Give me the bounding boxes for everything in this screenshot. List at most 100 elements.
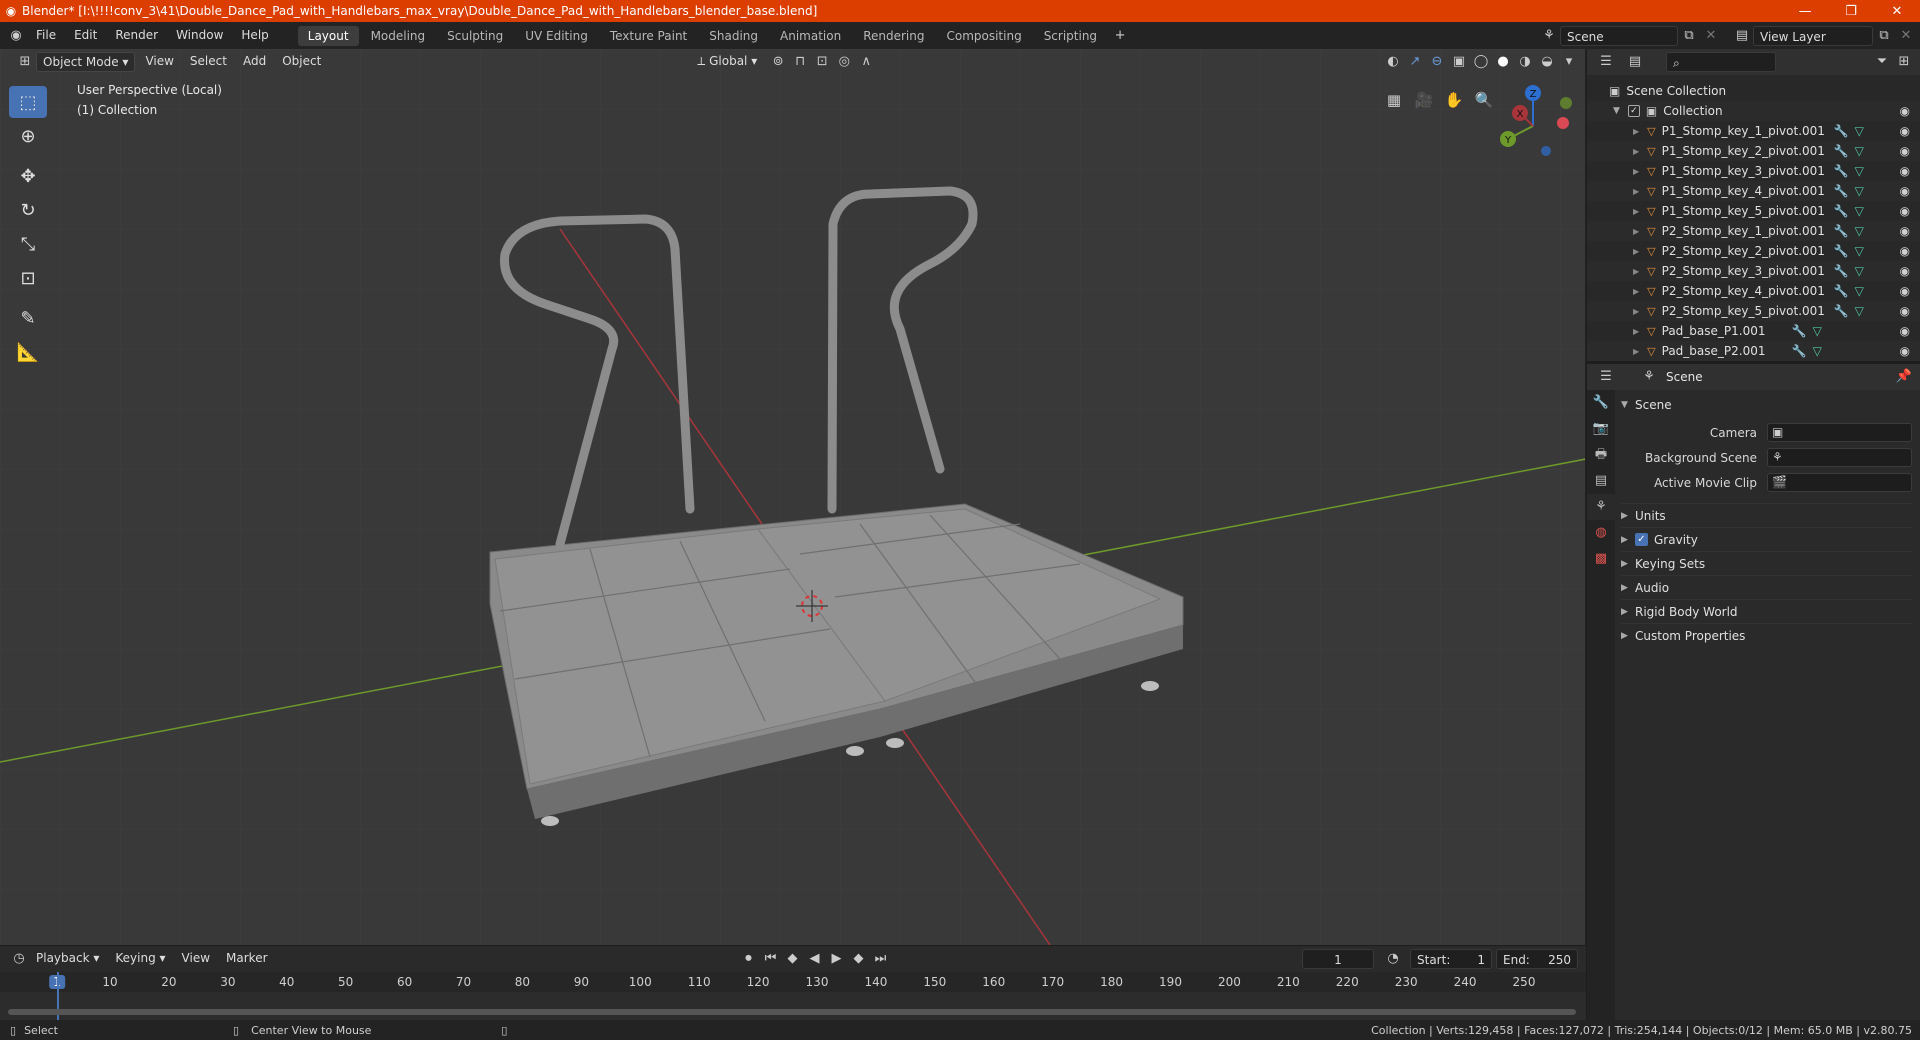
- tab-sculpting[interactable]: Sculpting: [437, 26, 513, 46]
- mesh-data-icon[interactable]: ▽: [1855, 304, 1864, 318]
- rigid-body-world-panel[interactable]: ▶ Rigid Body World: [1621, 599, 1912, 623]
- scale-tool-icon[interactable]: ⤡: [9, 228, 47, 260]
- shading-options-icon[interactable]: ▾: [1559, 52, 1579, 72]
- outliner-object-row[interactable]: ▶ ▽ P1_Stomp_key_2_pivot.001 🔧 ▽ ◉: [1587, 141, 1920, 161]
- scene-field[interactable]: Scene: [1560, 25, 1678, 46]
- measure-tool-icon[interactable]: 📐: [9, 336, 47, 368]
- tab-modeling[interactable]: Modeling: [361, 26, 436, 46]
- current-frame-field[interactable]: 1: [1302, 949, 1374, 969]
- jump-start-icon[interactable]: ⏮: [761, 949, 781, 969]
- audio-panel[interactable]: ▶ Audio: [1621, 575, 1912, 599]
- eye-icon[interactable]: ◉: [1900, 344, 1910, 358]
- expand-arrow-icon[interactable]: ▶: [1633, 267, 1639, 276]
- select-box-tool-icon[interactable]: ⬚: [9, 86, 47, 118]
- eye-icon[interactable]: ◉: [1900, 324, 1910, 338]
- new-view-layer-icon[interactable]: ⧉: [1874, 26, 1894, 46]
- maximize-button[interactable]: ❐: [1828, 4, 1874, 19]
- eye-icon[interactable]: ◉: [1900, 124, 1910, 138]
- rendered-shading-icon[interactable]: ◒: [1537, 52, 1557, 72]
- annotate-tool-icon[interactable]: ✎: [9, 302, 47, 334]
- modifier-wrench-icon[interactable]: 🔧: [1834, 144, 1849, 158]
- menu-file[interactable]: File: [27, 22, 65, 49]
- timeline-editor[interactable]: ◷ Playback ▾ Keying ▾ View Marker ⏺ ⏮ ◆ …: [0, 945, 1586, 1020]
- eye-icon[interactable]: ◉: [1900, 284, 1910, 298]
- play-icon[interactable]: ▶: [827, 949, 847, 969]
- menu-playback[interactable]: Playback ▾: [30, 949, 105, 969]
- menu-render[interactable]: Render: [106, 22, 167, 49]
- menu-timeline-view[interactable]: View: [176, 949, 216, 969]
- modifier-wrench-icon[interactable]: 🔧: [1834, 224, 1849, 238]
- cursor-tool-icon[interactable]: ⊕: [9, 120, 47, 152]
- expand-arrow-icon[interactable]: ▶: [1633, 147, 1639, 156]
- mesh-data-icon[interactable]: ▽: [1855, 124, 1864, 138]
- menu-window[interactable]: Window: [167, 22, 232, 49]
- outliner-search-input[interactable]: ⌕: [1666, 52, 1776, 72]
- record-icon[interactable]: ⏺: [739, 949, 759, 969]
- new-scene-icon[interactable]: ⧉: [1679, 26, 1699, 46]
- mesh-data-icon[interactable]: ▽: [1813, 344, 1822, 358]
- preview-range-icon[interactable]: ◔: [1383, 949, 1403, 969]
- modifier-wrench-icon[interactable]: 🔧: [1834, 164, 1849, 178]
- eye-icon[interactable]: ◉: [1900, 144, 1910, 158]
- menu-select[interactable]: Select: [184, 52, 233, 72]
- move-tool-icon[interactable]: ✥: [9, 160, 47, 192]
- scene-tab-icon[interactable]: ⚘: [1587, 494, 1615, 520]
- collapse-arrow-icon[interactable]: ▼: [1613, 106, 1620, 116]
- custom-properties-panel[interactable]: ▶ Custom Properties: [1621, 623, 1912, 647]
- background-scene-field[interactable]: ⚘: [1767, 448, 1912, 467]
- expand-arrow-icon[interactable]: ▶: [1633, 287, 1639, 296]
- timeline-body[interactable]: [0, 972, 1586, 1020]
- gravity-panel[interactable]: ▶ ✓ Gravity: [1621, 527, 1912, 551]
- menu-edit[interactable]: Edit: [65, 22, 106, 49]
- mesh-data-icon[interactable]: ▽: [1855, 144, 1864, 158]
- timeline-scrollbar[interactable]: [8, 1009, 1576, 1015]
- eye-icon[interactable]: ◉: [1900, 224, 1910, 238]
- mesh-data-icon[interactable]: ▽: [1855, 224, 1864, 238]
- menu-marker[interactable]: Marker: [220, 949, 273, 969]
- expand-arrow-icon[interactable]: ▶: [1633, 307, 1639, 316]
- expand-arrow-icon[interactable]: ▶: [1633, 327, 1639, 336]
- tab-rendering[interactable]: Rendering: [853, 26, 934, 46]
- snap-target-icon[interactable]: ⊡: [812, 52, 832, 72]
- view-layer-tab-icon[interactable]: ▤: [1587, 468, 1615, 494]
- menu-help[interactable]: Help: [232, 22, 277, 49]
- camera-field[interactable]: ▣: [1767, 423, 1912, 442]
- solid-shading-icon[interactable]: ●: [1493, 52, 1513, 72]
- jump-end-icon[interactable]: ⏭: [871, 949, 891, 969]
- mesh-data-icon[interactable]: ▽: [1813, 324, 1822, 338]
- display-mode-icon[interactable]: ▤: [1625, 52, 1645, 72]
- tab-texture-paint[interactable]: Texture Paint: [600, 26, 697, 46]
- mesh-data-icon[interactable]: ▽: [1855, 164, 1864, 178]
- active-movie-clip-field[interactable]: 🎬: [1767, 473, 1912, 492]
- keying-sets-panel[interactable]: ▶ Keying Sets: [1621, 551, 1912, 575]
- menu-keying[interactable]: Keying ▾: [109, 949, 171, 969]
- outliner-editor-type-icon[interactable]: ☰: [1596, 52, 1616, 72]
- outliner-object-row[interactable]: ▶ ▽ P2_Stomp_key_1_pivot.001 🔧 ▽ ◉: [1587, 221, 1920, 241]
- view-layer-icon[interactable]: ▤: [1732, 26, 1752, 46]
- expand-arrow-icon[interactable]: ▶: [1633, 167, 1639, 176]
- modifier-wrench-icon[interactable]: 🔧: [1834, 284, 1849, 298]
- add-workspace-icon[interactable]: +: [1110, 26, 1130, 46]
- expand-arrow-icon[interactable]: ▶: [1633, 127, 1639, 136]
- modifier-wrench-icon[interactable]: 🔧: [1834, 244, 1849, 258]
- mesh-data-icon[interactable]: ▽: [1855, 264, 1864, 278]
- scene-selector-icon[interactable]: ⚘: [1539, 26, 1559, 46]
- outliner-object-row[interactable]: ▶ ▽ P1_Stomp_key_1_pivot.001 🔧 ▽ ◉: [1587, 121, 1920, 141]
- modifier-wrench-icon[interactable]: 🔧: [1792, 344, 1807, 358]
- transform-tool-icon[interactable]: ⊡: [9, 262, 47, 294]
- outliner-object-row[interactable]: ▶ ▽ Pad_base_P2.001 🔧 ▽ ◉: [1587, 341, 1920, 361]
- delete-view-layer-icon[interactable]: ✕: [1896, 26, 1916, 46]
- modifier-wrench-icon[interactable]: 🔧: [1834, 304, 1849, 318]
- next-keyframe-icon[interactable]: ◆: [849, 949, 869, 969]
- outliner-editor[interactable]: ☰ ▤ ⌕ ⏷ ⊞ ▣ Scene Collection ▼ ✓ ▣ Colle…: [1587, 49, 1920, 362]
- texture-tab-icon[interactable]: ▩: [1587, 546, 1615, 572]
- units-panel[interactable]: ▶ Units: [1621, 503, 1912, 527]
- outliner-object-row[interactable]: ▶ ▽ P2_Stomp_key_2_pivot.001 🔧 ▽ ◉: [1587, 241, 1920, 261]
- close-button[interactable]: ✕: [1874, 4, 1920, 19]
- snap-icon[interactable]: ⊓: [790, 52, 810, 72]
- view-layer-field[interactable]: View Layer: [1753, 25, 1873, 46]
- scene-panel-header[interactable]: ▼ Scene: [1621, 394, 1912, 416]
- timeline-editor-type-icon[interactable]: ◷: [9, 949, 29, 969]
- prev-keyframe-icon[interactable]: ◆: [783, 949, 803, 969]
- gravity-checkbox[interactable]: ✓: [1635, 533, 1648, 546]
